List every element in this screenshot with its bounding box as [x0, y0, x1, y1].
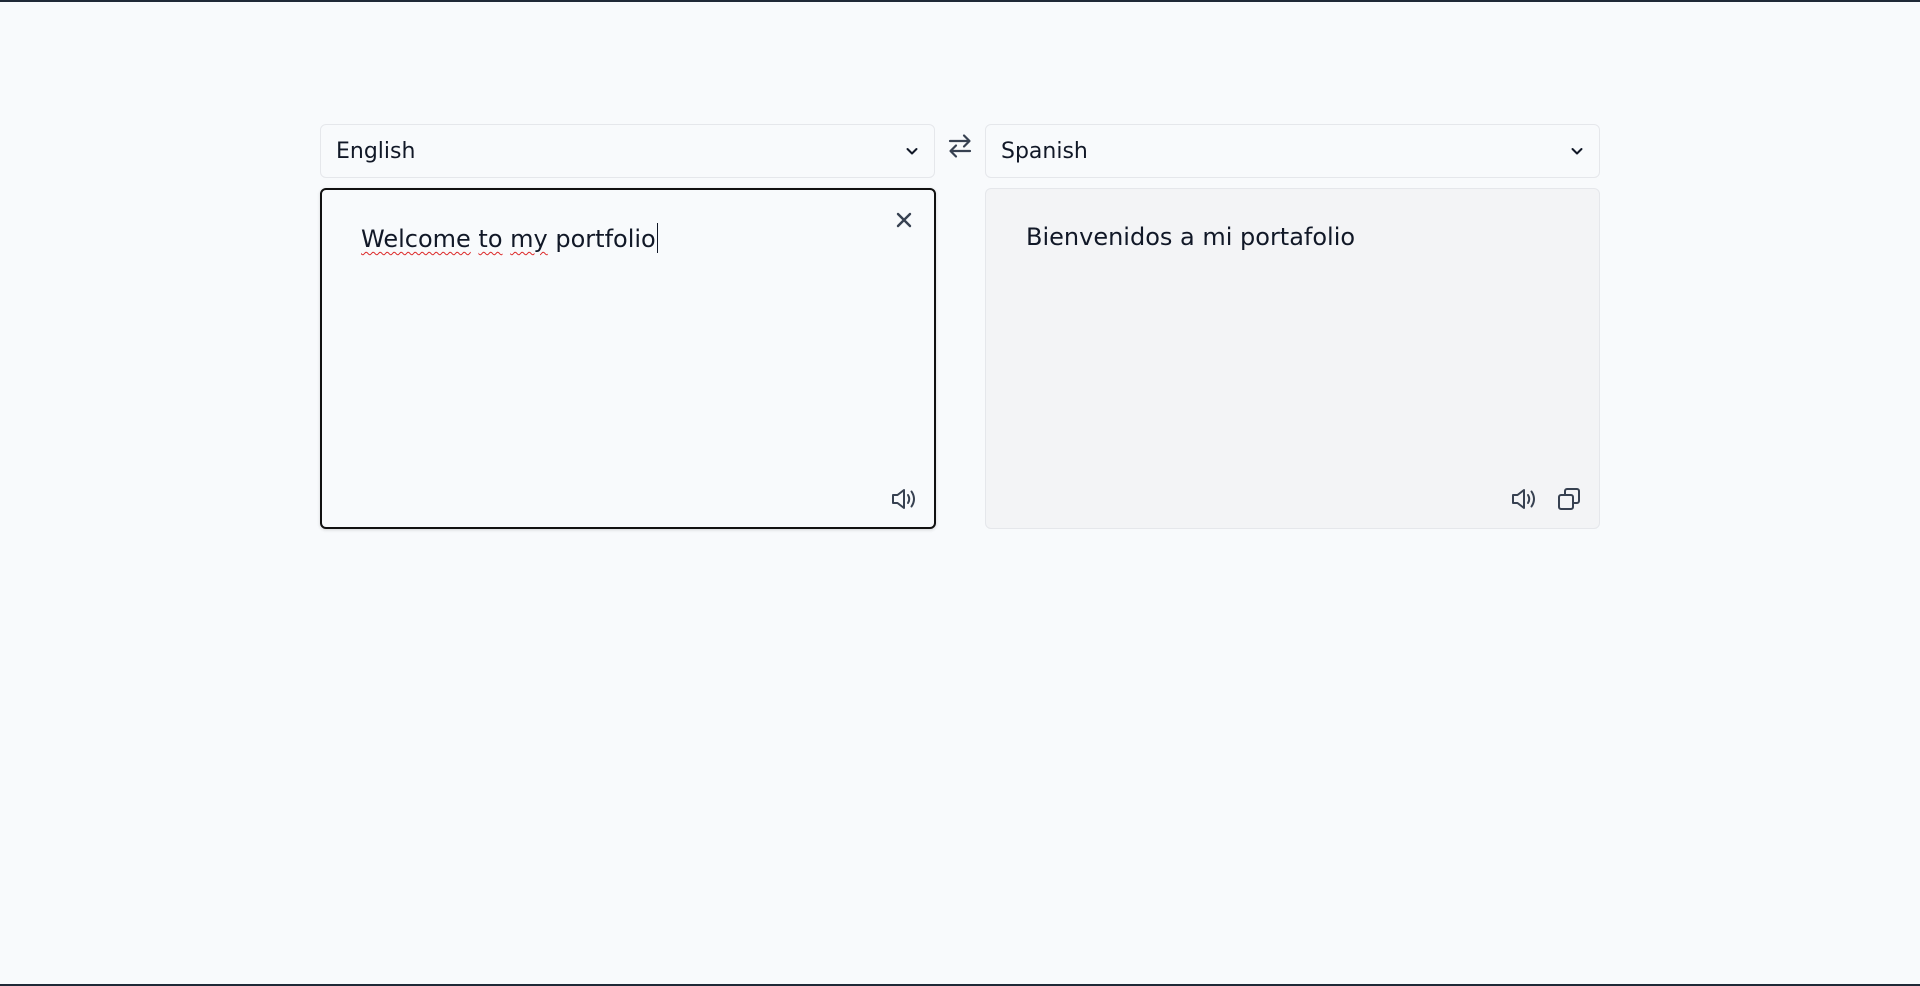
speaker-icon — [1510, 486, 1538, 516]
translation-output-panel: Bienvenidos a mi portafolio — [985, 188, 1600, 529]
speaker-icon — [890, 486, 918, 516]
chevron-down-icon — [905, 144, 919, 158]
clear-text-button[interactable] — [888, 206, 920, 238]
source-language-label: English — [336, 138, 416, 164]
copy-translation-button[interactable] — [1553, 485, 1585, 517]
target-language-select[interactable]: Spanish — [985, 124, 1600, 178]
source-word-misspelled: to — [478, 225, 503, 253]
source-text-panel[interactable]: Welcome to my portfolio — [320, 188, 936, 529]
target-language-label: Spanish — [1001, 138, 1088, 164]
translation-text: Bienvenidos a mi portafolio — [1026, 223, 1356, 251]
swap-arrows-icon — [947, 131, 973, 165]
source-text-input[interactable]: Welcome to my portfolio — [361, 223, 659, 253]
source-word-misspelled: Welcome — [361, 225, 471, 253]
source-text-rest: portfolio — [547, 225, 656, 253]
close-icon — [895, 211, 913, 233]
app-window: English Spanish Welcome to my portfolio — [0, 0, 1920, 986]
listen-source-button[interactable] — [888, 485, 920, 517]
source-space — [503, 225, 511, 253]
source-language-select[interactable]: English — [320, 124, 935, 178]
listen-translation-button[interactable] — [1508, 485, 1540, 517]
copy-icon — [1556, 486, 1582, 516]
source-word-misspelled: my — [510, 225, 548, 253]
text-caret — [656, 223, 659, 253]
chevron-down-icon — [1570, 144, 1584, 158]
swap-languages-button[interactable] — [944, 131, 976, 165]
